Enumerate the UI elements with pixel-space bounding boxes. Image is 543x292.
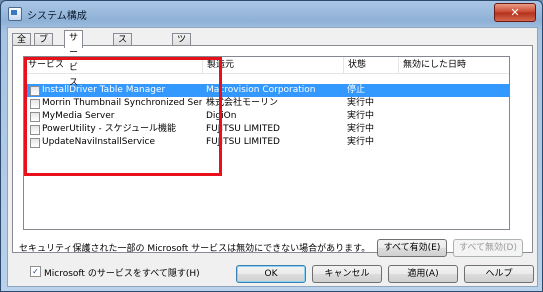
disable-all-button[interactable]: すべて無効(D): [453, 239, 523, 257]
system-config-window: システム構成 ✕ 全般 ブート サービス スタートアップ ツール サービス 製造…: [0, 0, 543, 292]
close-button[interactable]: ✕: [494, 3, 536, 22]
column-header-status[interactable]: 状態: [344, 57, 399, 73]
tab-services[interactable]: サービス: [64, 30, 84, 88]
dialog-client-area: 全般 ブート サービス スタートアップ ツール サービス 製造元 状態 無効にし…: [7, 27, 538, 287]
column-header-disabled-date[interactable]: 無効にした日時: [399, 57, 493, 73]
apply-button[interactable]: 適用(A): [388, 265, 458, 283]
service-status: 実行中: [347, 98, 375, 108]
title-bar[interactable]: システム構成 ✕: [1, 1, 542, 27]
enable-all-button[interactable]: すべて有効(E): [377, 239, 447, 257]
cancel-button[interactable]: キャンセル: [312, 265, 382, 283]
service-status: 実行中: [347, 111, 375, 121]
service-maker: Macrovision Corporation: [206, 85, 316, 95]
service-maker: FUJITSU LIMITED: [206, 137, 280, 147]
checkmark-icon: ✓: [30, 266, 41, 277]
column-header-maker[interactable]: 製造元: [203, 57, 344, 73]
service-status: 実行中: [347, 124, 375, 134]
ok-button[interactable]: OK: [236, 265, 306, 283]
service-status: 実行中: [347, 137, 375, 147]
service-maker: DigiOn: [206, 111, 237, 121]
window-app-icon: [8, 7, 22, 21]
service-maker: FUJITSU LIMITED: [206, 124, 280, 134]
window-title: システム構成: [27, 11, 87, 22]
hide-microsoft-services-label: Microsoft のサービスをすべて隠す(H): [44, 269, 200, 279]
service-maker: 株式会社モーリン: [206, 98, 279, 108]
help-button[interactable]: ヘルプ: [464, 265, 534, 283]
protected-services-note: セキュリティ保護された一部の Microsoft サービスは無効にできない場合が…: [19, 244, 371, 254]
annotation-highlight-box: [24, 57, 222, 176]
service-status: 停止: [347, 85, 366, 95]
